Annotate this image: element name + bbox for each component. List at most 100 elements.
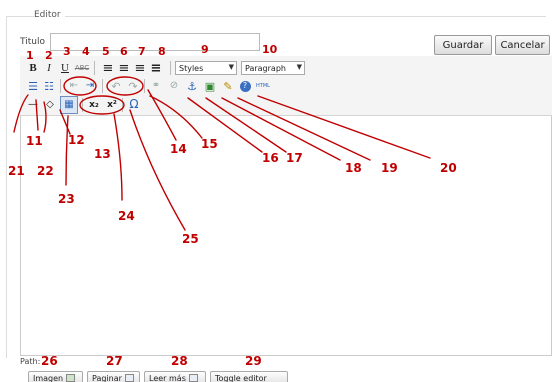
remove-format-button[interactable]: ◇ [42, 97, 58, 113]
toolbar-separator [102, 79, 103, 93]
styles-select[interactable]: Styles ▼ [175, 61, 237, 75]
italic-button[interactable]: I [41, 60, 57, 76]
callout-26: 26 [41, 354, 58, 368]
indent-icon: ⇥ [85, 80, 95, 91]
strikethrough-button[interactable]: ABC [74, 60, 90, 76]
align-left-icon: ≡ [102, 60, 114, 76]
callout-2: 2 [45, 49, 53, 62]
fieldset-border [6, 16, 546, 17]
callout-24: 24 [118, 209, 135, 223]
help-icon: ? [239, 80, 251, 92]
format-select[interactable]: Paragraph ▼ [241, 61, 305, 75]
callout-27: 27 [106, 354, 123, 368]
chevron-down-icon: ▼ [228, 63, 234, 71]
callout-22: 22 [37, 164, 54, 178]
visual-aid-button[interactable]: ▦ [60, 96, 78, 114]
image-button[interactable]: ▣ [202, 78, 218, 94]
image-icon [66, 374, 76, 382]
callout-6: 6 [120, 45, 128, 58]
link-icon: ⚭ [151, 80, 161, 91]
callout-1: 1 [26, 49, 34, 62]
numbered-list-icon: ☷ [44, 79, 54, 93]
superscript-icon: x² [107, 99, 117, 110]
toolbar-separator [94, 61, 95, 75]
subscript-icon: x₂ [89, 99, 99, 110]
link-button[interactable]: ⚭ [148, 78, 164, 94]
callout-7: 7 [138, 45, 146, 58]
toolbar-separator [122, 98, 123, 112]
format-select-value: Paragraph [245, 63, 286, 73]
align-center-button[interactable]: ≡ [116, 60, 132, 76]
strikethrough-icon: ABC [74, 63, 90, 72]
callout-4: 4 [82, 45, 90, 58]
styles-select-value: Styles [179, 63, 204, 73]
help-button[interactable]: ? [237, 78, 253, 94]
callout-10: 10 [262, 43, 278, 56]
readmore-label: Leer más [149, 373, 186, 382]
undo-button[interactable]: ↶ [108, 78, 124, 94]
html-button[interactable]: HTML [252, 78, 274, 94]
anchor-button[interactable]: ⚓ [184, 78, 200, 94]
image-insert-label: Imagen [33, 373, 64, 382]
subscript-button[interactable]: x₂ [86, 97, 102, 113]
align-left-button[interactable]: ≡ [100, 60, 116, 76]
indent-button[interactable]: ⇥ [82, 78, 98, 94]
eraser-icon: ◇ [46, 99, 54, 110]
callout-23: 23 [58, 192, 75, 206]
toolbar-separator [144, 79, 145, 93]
bullet-list-button[interactable]: ☰ [25, 78, 41, 94]
toggle-editor-button[interactable]: Toggle editor [210, 371, 288, 382]
callout-18: 18 [345, 161, 362, 175]
callout-11: 11 [26, 134, 43, 148]
redo-button[interactable]: ↷ [125, 78, 141, 94]
visual-aid-icon: ▦ [64, 99, 74, 110]
omega-icon: Ω [129, 97, 139, 111]
image-icon: ▣ [204, 79, 216, 93]
special-char-button[interactable]: Ω [126, 96, 142, 112]
callout-5: 5 [102, 45, 110, 58]
readmore-button[interactable]: Leer más [144, 371, 206, 382]
fieldset-legend: Editor [34, 10, 65, 20]
callout-12: 12 [68, 133, 85, 147]
cancel-button[interactable]: Cancelar [495, 35, 550, 55]
callout-3: 3 [63, 45, 71, 58]
unlink-icon: ⊘ [169, 80, 179, 91]
callout-25: 25 [182, 232, 199, 246]
italic-icon: I [47, 61, 51, 74]
callout-9: 9 [201, 43, 209, 56]
callout-15: 15 [201, 137, 218, 151]
callout-20: 20 [440, 161, 457, 175]
align-center-icon: ≡ [118, 60, 130, 76]
pagebreak-button[interactable]: Paginar [87, 371, 140, 382]
numbered-list-button[interactable]: ☷ [41, 78, 57, 94]
html-icon: HTML [256, 82, 270, 89]
toolbar-separator [170, 61, 171, 75]
save-button[interactable]: Guardar [434, 35, 492, 55]
undo-icon: ↶ [111, 79, 121, 93]
cleanup-icon: ✎ [223, 79, 233, 93]
underline-button[interactable]: U [57, 60, 73, 76]
title-label: Titulo [20, 37, 45, 47]
cleanup-button[interactable]: ✎ [220, 78, 236, 94]
outdent-button[interactable]: ⇤ [66, 78, 82, 94]
editor-path-label: Path: [20, 357, 41, 366]
unlink-button[interactable]: ⊘ [166, 78, 182, 94]
anchor-icon: ⚓ [187, 79, 197, 93]
underline-icon: U [61, 61, 69, 74]
horizontal-rule-button[interactable]: — [25, 97, 41, 113]
editor-toolbar: B I U ABC ≡ ≡ ≡ ≡ Styles ▼ Paragraph ▼ ☰ ☷… [20, 56, 552, 116]
horizontal-rule-icon: — [28, 99, 38, 110]
bold-button[interactable]: B [25, 60, 41, 76]
chevron-down-icon: ▼ [296, 63, 302, 71]
align-justify-button[interactable]: ≡ [148, 60, 164, 76]
image-insert-button[interactable]: Imagen [28, 371, 83, 382]
pagebreak-label: Paginar [92, 373, 122, 382]
superscript-button[interactable]: x² [104, 97, 120, 113]
readmore-icon [188, 374, 198, 382]
toggle-editor-label: Toggle editor [215, 373, 267, 382]
align-right-button[interactable]: ≡ [132, 60, 148, 76]
callout-14: 14 [170, 142, 187, 156]
toolbar-separator [82, 98, 83, 112]
callout-28: 28 [171, 354, 188, 368]
align-right-icon: ≡ [134, 60, 146, 76]
